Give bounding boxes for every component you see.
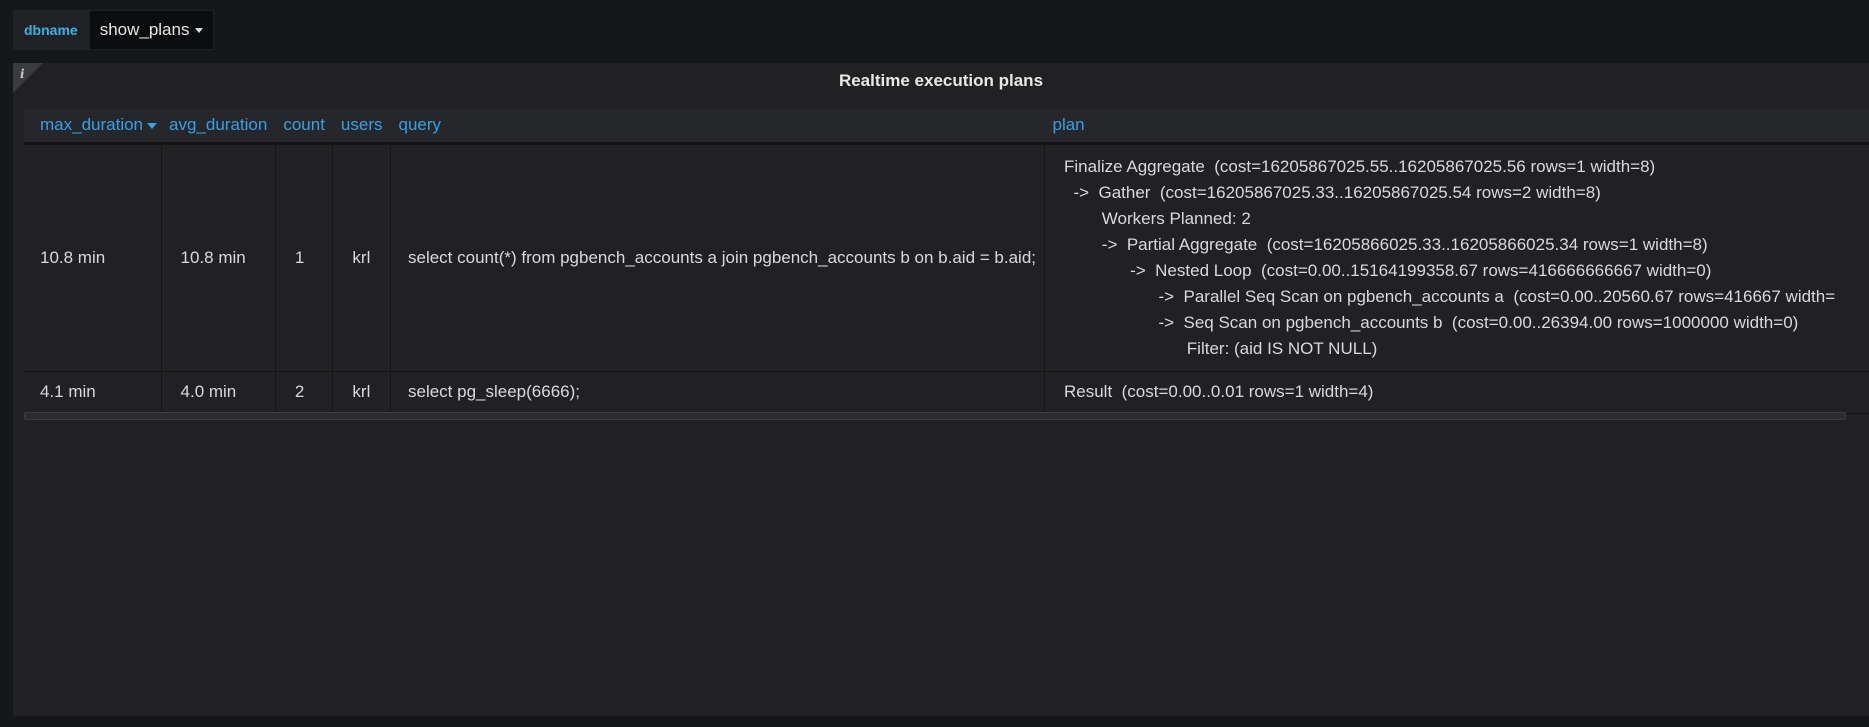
cell-count: 1 xyxy=(275,143,334,372)
cell-max-duration: 10.8 min xyxy=(24,143,162,372)
plan-line: -> Seq Scan on pgbench_accounts b (cost=… xyxy=(1064,312,1799,332)
table-row: 10.8 min 10.8 min 1 krl select count(*) … xyxy=(24,143,1869,372)
variable-label: dbname xyxy=(13,10,89,50)
plan-line: Workers Planned: 2 xyxy=(1064,208,1251,228)
plan-line: Result (cost=0.00..0.01 rows=1 width=4) xyxy=(1064,382,1374,401)
sort-desc-icon xyxy=(147,122,158,129)
column-header-plan[interactable]: plan xyxy=(1044,109,1869,145)
variable-bar: dbname show_plans xyxy=(13,10,215,50)
table-header-row: max_duration avg_duration count users qu… xyxy=(24,109,1869,145)
caret-down-icon xyxy=(195,27,204,33)
cell-max-duration: 4.1 min xyxy=(24,371,162,414)
table-container: max_duration avg_duration count users qu… xyxy=(24,109,1869,414)
dbname-select-value: show_plans xyxy=(99,20,190,39)
table-row: 4.1 min 4.0 min 2 krl select pg_sleep(66… xyxy=(24,371,1869,414)
column-header-query[interactable]: query xyxy=(390,109,1045,145)
plan-line: -> Parallel Seq Scan on pgbench_accounts… xyxy=(1064,286,1836,306)
plan-line: -> Nested Loop (cost=0.00..15164199358.6… xyxy=(1064,260,1712,280)
cell-query: select count(*) from pgbench_accounts a … xyxy=(390,143,1045,372)
cell-plan: Result (cost=0.00..0.01 rows=1 width=4) xyxy=(1044,371,1869,414)
plan-line: Filter: (aid IS NOT NULL) xyxy=(1064,338,1378,358)
column-header-avg-duration[interactable]: avg_duration xyxy=(161,109,276,145)
cell-query: select pg_sleep(6666); xyxy=(390,371,1045,414)
plan-line: -> Gather (cost=16205867025.33..16205867… xyxy=(1064,182,1601,202)
table-panel: i Realtime execution plans max_duration … xyxy=(13,63,1869,716)
plans-table: max_duration avg_duration count users qu… xyxy=(24,109,1869,414)
cell-count: 2 xyxy=(275,371,334,414)
horizontal-scrollbar[interactable] xyxy=(24,412,1846,420)
column-header-max-duration[interactable]: max_duration xyxy=(24,109,162,145)
plan-line: Finalize Aggregate (cost=16205867025.55.… xyxy=(1064,156,1656,176)
cell-avg-duration: 10.8 min xyxy=(161,143,276,372)
column-header-users[interactable]: users xyxy=(332,109,391,145)
cell-users: krl xyxy=(332,143,391,372)
cell-users: krl xyxy=(332,371,391,414)
column-header-count[interactable]: count xyxy=(275,109,333,145)
cell-avg-duration: 4.0 min xyxy=(161,371,276,414)
panel-title[interactable]: Realtime execution plans xyxy=(13,71,1869,91)
dbname-select[interactable]: show_plans xyxy=(88,10,215,50)
cell-plan: Finalize Aggregate (cost=16205867025.55.… xyxy=(1044,143,1869,372)
plan-line: -> Partial Aggregate (cost=16205866025.3… xyxy=(1064,234,1708,254)
